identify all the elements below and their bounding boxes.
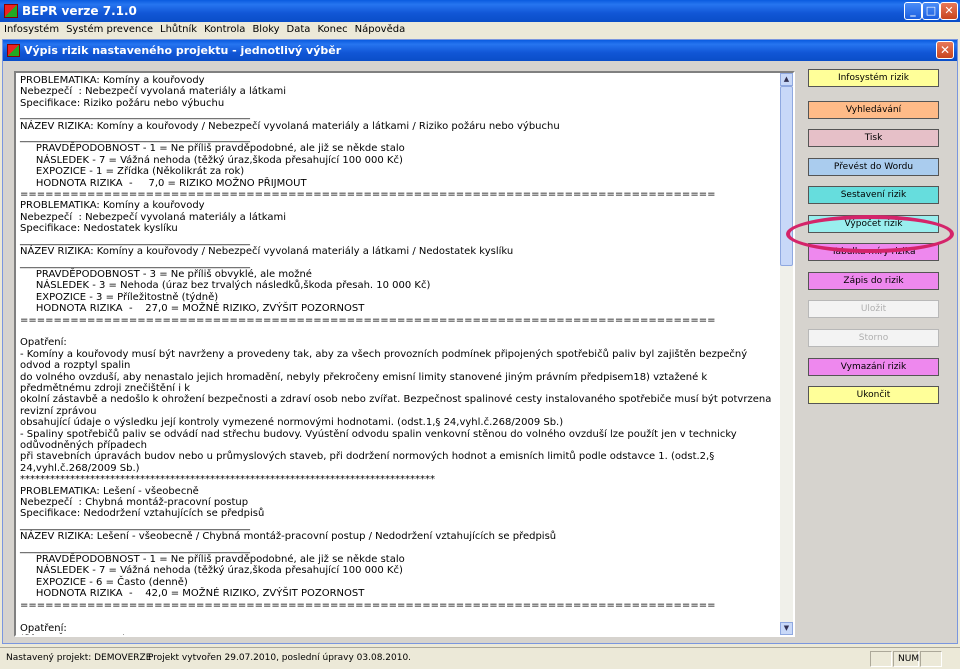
scroll-up-icon[interactable]: ▲ — [780, 73, 793, 86]
app-icon — [4, 4, 18, 18]
app-window: BEPR verze 7.1.0 _ □ ✕ Infosystém Systém … — [0, 0, 960, 669]
status-panel-1 — [870, 651, 892, 667]
menu-bar: Infosystém Systém prevence Lhůtník Kontrola… — [0, 22, 960, 38]
vyhledavani-button[interactable]: Vyhledávání — [808, 101, 939, 119]
child-window-icon — [7, 44, 20, 57]
zapis-do-rizik-button[interactable]: Zápis do rizik — [808, 272, 939, 290]
status-project: Nastavený projekt: DEMOVERZE — [6, 653, 152, 663]
vertical-scrollbar[interactable]: ▲ ▼ — [780, 73, 793, 635]
tisk-button[interactable]: Tisk — [808, 129, 939, 147]
close-button[interactable]: ✕ — [940, 2, 958, 20]
main-titlebar[interactable]: BEPR verze 7.1.0 _ □ ✕ — [0, 0, 960, 22]
status-info: Projekt vytvořen 29.07.2010, poslední úp… — [148, 653, 412, 663]
maximize-button[interactable]: □ — [922, 2, 940, 20]
status-panel-3 — [920, 651, 942, 667]
menu-infosystem[interactable]: Infosystém — [0, 22, 62, 35]
menu-system-prevence[interactable]: Systém prevence — [62, 22, 156, 35]
menu-konec[interactable]: Konec — [313, 22, 350, 35]
storno-button: Storno — [808, 329, 939, 347]
app-title: BEPR verze 7.1.0 — [22, 4, 137, 18]
ukoncit-button[interactable]: Ukončit — [808, 386, 939, 404]
menu-bloky[interactable]: Bloky — [248, 22, 282, 35]
scroll-down-icon[interactable]: ▼ — [780, 622, 793, 635]
menu-data[interactable]: Data — [283, 22, 314, 35]
child-window-title: Výpis rizik nastaveného projektu - jedno… — [24, 44, 342, 57]
child-titlebar[interactable]: Výpis rizik nastaveného projektu - jedno… — [3, 40, 957, 61]
vymazani-rizik-button[interactable]: Vymazání rizik — [808, 358, 939, 376]
sestaveni-rizik-button[interactable]: Sestavení rizik — [808, 186, 939, 204]
risk-report-text: PROBLEMATIKA: Komíny a kouřovody Nebezpe… — [20, 75, 772, 635]
prevest-do-wordu-button[interactable]: Převést do Wordu — [808, 158, 939, 176]
menu-lhutnik[interactable]: Lhůtník — [156, 22, 200, 35]
highlight-ellipse — [786, 215, 954, 253]
menu-napoveda[interactable]: Nápověda — [351, 22, 409, 35]
risk-report-textarea[interactable]: PROBLEMATIKA: Komíny a kouřovody Nebezpe… — [14, 71, 795, 637]
menu-kontrola[interactable]: Kontrola — [200, 22, 248, 35]
minimize-button[interactable]: _ — [904, 2, 922, 20]
child-window: Výpis rizik nastaveného projektu - jedno… — [2, 39, 958, 644]
status-bar: Nastavený projekt: DEMOVERZE Projekt vyt… — [0, 647, 960, 669]
infosystem-rizik-button[interactable]: Infosystém rizik — [808, 69, 939, 87]
status-num: NUM — [893, 651, 919, 667]
ulozit-button: Uložit — [808, 300, 939, 318]
child-close-button[interactable]: ✕ — [936, 41, 954, 59]
